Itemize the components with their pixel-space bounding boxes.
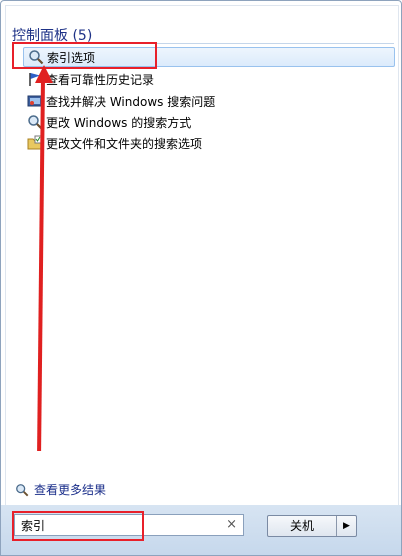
see-more-results-label: 查看更多结果 (34, 483, 107, 497)
see-more-results-link[interactable]: 查看更多结果 (15, 481, 106, 498)
start-menu: 控制面板 (5) 索引选项 查看可靠性历史记录 查找并解决 Windows 搜索… (0, 0, 402, 556)
annotation-highlight-box (12, 42, 157, 69)
result-item-label: 更改文件和文件夹的搜索选项 (46, 136, 203, 151)
result-item-change-search-method[interactable]: 更改 Windows 的搜索方式 (23, 112, 393, 132)
result-item-troubleshoot-search[interactable]: 查找并解决 Windows 搜索问题 (23, 91, 393, 111)
result-item-folder-search-options[interactable]: 更改文件和文件夹的搜索选项 (23, 133, 393, 153)
result-item-label: 更改 Windows 的搜索方式 (46, 115, 192, 130)
result-item-label: 查看可靠性历史记录 (46, 72, 155, 87)
shutdown-button[interactable]: 关机 (268, 516, 337, 536)
annotation-search-highlight (12, 511, 144, 541)
shutdown-button-group: 关机 ▶ (267, 515, 357, 537)
result-item-reliability-history[interactable]: 查看可靠性历史记录 (23, 69, 393, 89)
clear-icon[interactable]: × (226, 517, 237, 532)
magnifier-icon (15, 483, 29, 497)
shutdown-options-arrow-icon[interactable]: ▶ (337, 516, 356, 536)
result-item-label: 查找并解决 Windows 搜索问题 (46, 94, 216, 109)
